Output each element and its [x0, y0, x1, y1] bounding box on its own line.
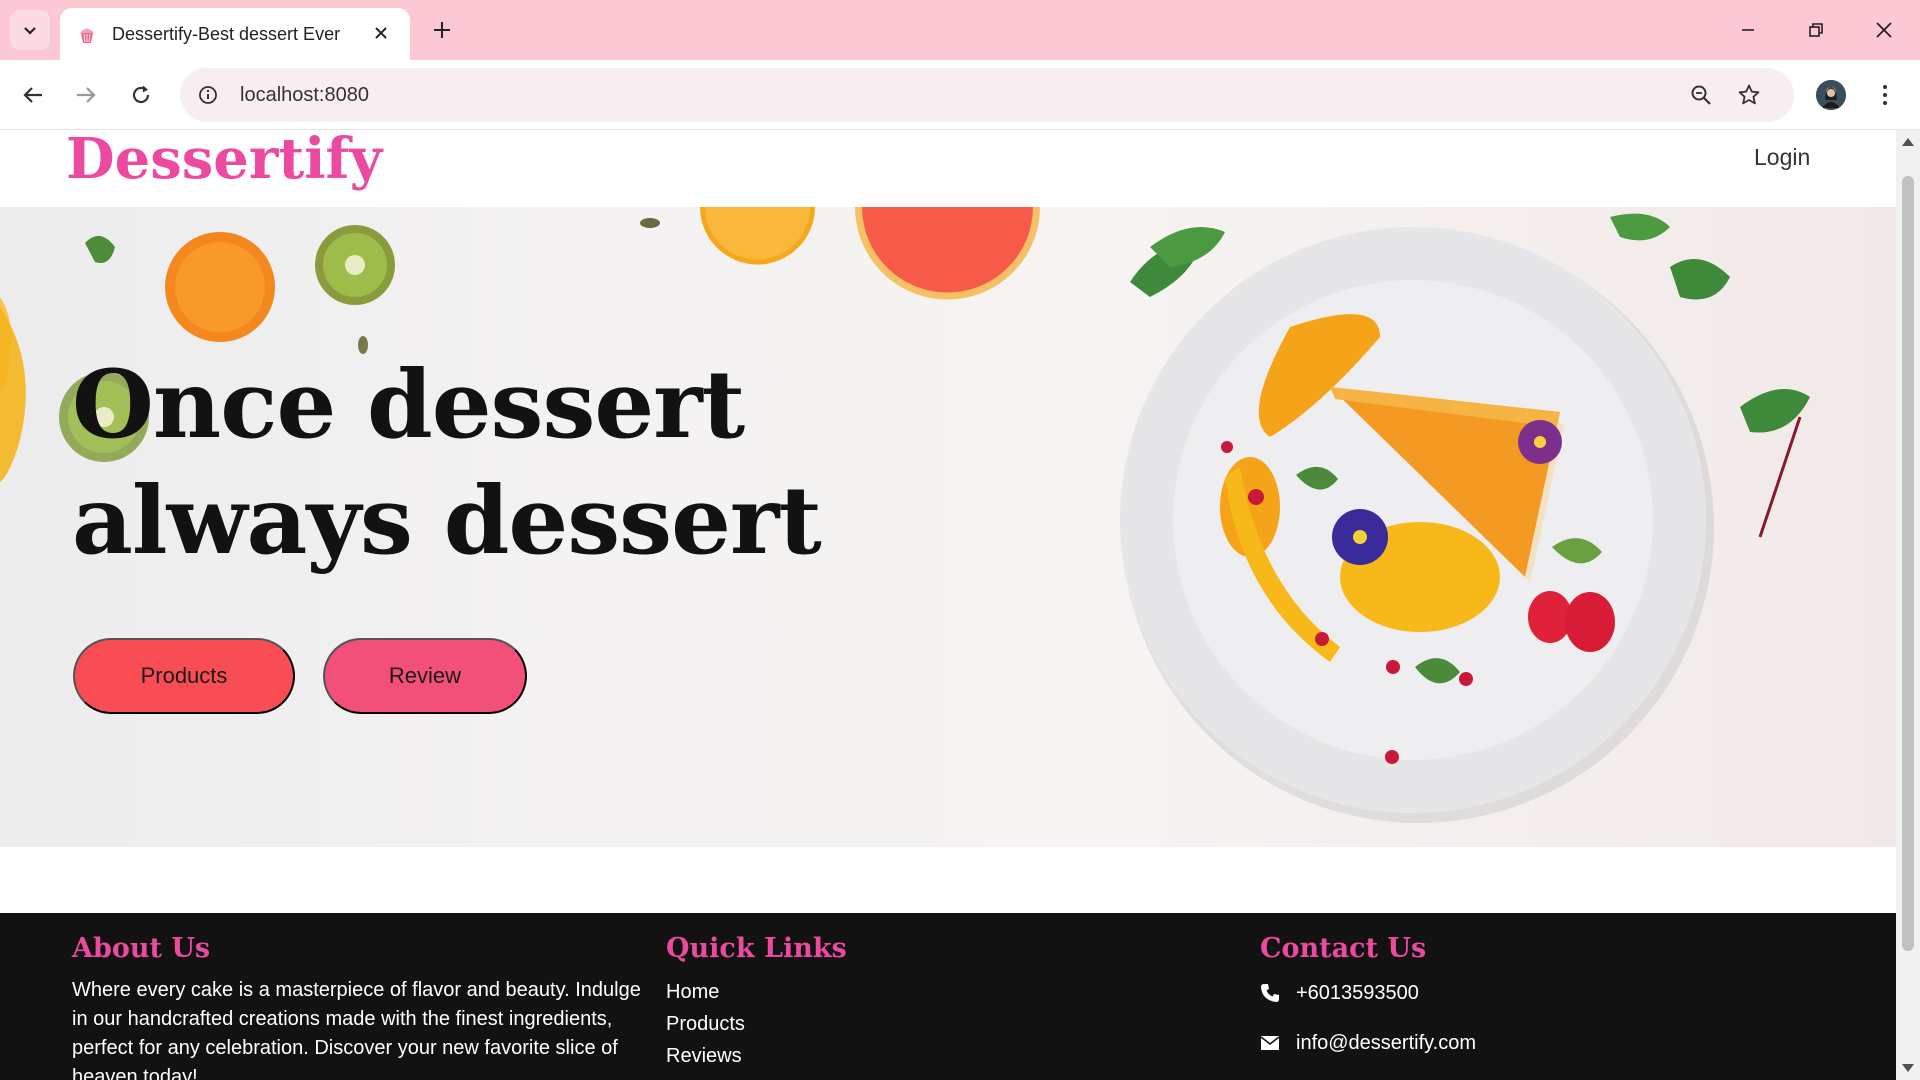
- quick-links-heading: Quick Links: [666, 933, 847, 964]
- url-text[interactable]: localhost:8080: [240, 84, 1680, 107]
- hero-section: Once dessert always dessert Products Rev…: [0, 207, 1896, 847]
- footer-link-home[interactable]: Home: [666, 976, 847, 1008]
- restore-button[interactable]: [1782, 0, 1850, 60]
- new-tab-button[interactable]: [424, 12, 460, 48]
- contact-phone-text: +6013593500: [1296, 981, 1419, 1004]
- minimize-button[interactable]: [1714, 0, 1782, 60]
- contact-email[interactable]: info@dessertify.com: [1260, 1026, 1476, 1060]
- contact-email-text: info@dessertify.com: [1296, 1031, 1476, 1054]
- star-icon: [1738, 84, 1760, 105]
- site-info-button[interactable]: [188, 75, 228, 115]
- contact-heading: Contact Us: [1260, 933, 1427, 964]
- footer-quick-links: Quick Links Home Products Reviews: [666, 933, 847, 1072]
- scroll-up-arrow[interactable]: [1902, 138, 1914, 146]
- about-text: Where every cake is a masterpiece of fla…: [72, 979, 641, 1080]
- browser-tab-strip: Dessertify-Best dessert Ever: [0, 0, 1920, 60]
- footer-link-products[interactable]: Products: [666, 1008, 847, 1040]
- info-icon: [199, 86, 217, 104]
- tab-title: Dessertify-Best dessert Ever: [112, 23, 341, 44]
- plus-icon: [434, 22, 450, 38]
- login-link[interactable]: Login: [1754, 144, 1810, 171]
- browser-menu-button[interactable]: [1870, 75, 1900, 115]
- restore-icon: [1809, 23, 1823, 37]
- close-icon: [1876, 22, 1892, 38]
- avatar-icon: [1816, 80, 1846, 110]
- scroll-down-arrow[interactable]: [1902, 1064, 1914, 1072]
- site-logo[interactable]: Dessertify: [66, 130, 382, 192]
- scroll-thumb[interactable]: [1902, 176, 1914, 951]
- reload-button[interactable]: [120, 74, 162, 116]
- back-icon: [23, 87, 42, 103]
- site-header: Dessertify Login: [0, 130, 1896, 207]
- products-button[interactable]: Products: [73, 638, 295, 714]
- footer-about: About Us Where every cake is a masterpie…: [72, 933, 642, 1080]
- tab-close-button[interactable]: [368, 23, 394, 46]
- forward-button[interactable]: [65, 74, 107, 116]
- zoom-button[interactable]: [1680, 74, 1722, 116]
- profile-avatar[interactable]: [1816, 80, 1846, 110]
- browser-tab-active[interactable]: Dessertify-Best dessert Ever: [60, 8, 410, 60]
- footer-link-reviews[interactable]: Reviews: [666, 1040, 847, 1072]
- tab-search-button[interactable]: [10, 10, 50, 50]
- back-button[interactable]: [12, 74, 54, 116]
- contact-phone[interactable]: +6013593500: [1260, 976, 1476, 1010]
- close-window-button[interactable]: [1850, 0, 1918, 60]
- hero-title: Once dessert always dessert: [72, 350, 822, 576]
- cupcake-icon: [80, 28, 94, 43]
- browser-toolbar: localhost:8080: [0, 60, 1920, 130]
- close-icon: [375, 26, 387, 39]
- address-bar[interactable]: localhost:8080: [180, 68, 1794, 122]
- page-scrollbar[interactable]: [1896, 130, 1920, 1080]
- reload-icon: [132, 85, 150, 104]
- bookmark-button[interactable]: [1728, 74, 1770, 116]
- page-viewport: Dessertify Login Once dessert always des…: [0, 130, 1896, 1080]
- footer-contact: Contact Us +6013593500 info@dessertify.c…: [1260, 933, 1476, 1060]
- phone-icon: [1260, 981, 1296, 1005]
- mail-icon: [1260, 1031, 1296, 1055]
- forward-icon: [77, 87, 96, 103]
- review-button[interactable]: Review: [323, 638, 527, 714]
- zoom-icon: [1691, 85, 1711, 105]
- minimize-icon: [1742, 29, 1754, 31]
- about-heading: About Us: [72, 933, 211, 964]
- site-footer: About Us Where every cake is a masterpie…: [0, 913, 1896, 1080]
- chevron-down-icon: [24, 27, 36, 35]
